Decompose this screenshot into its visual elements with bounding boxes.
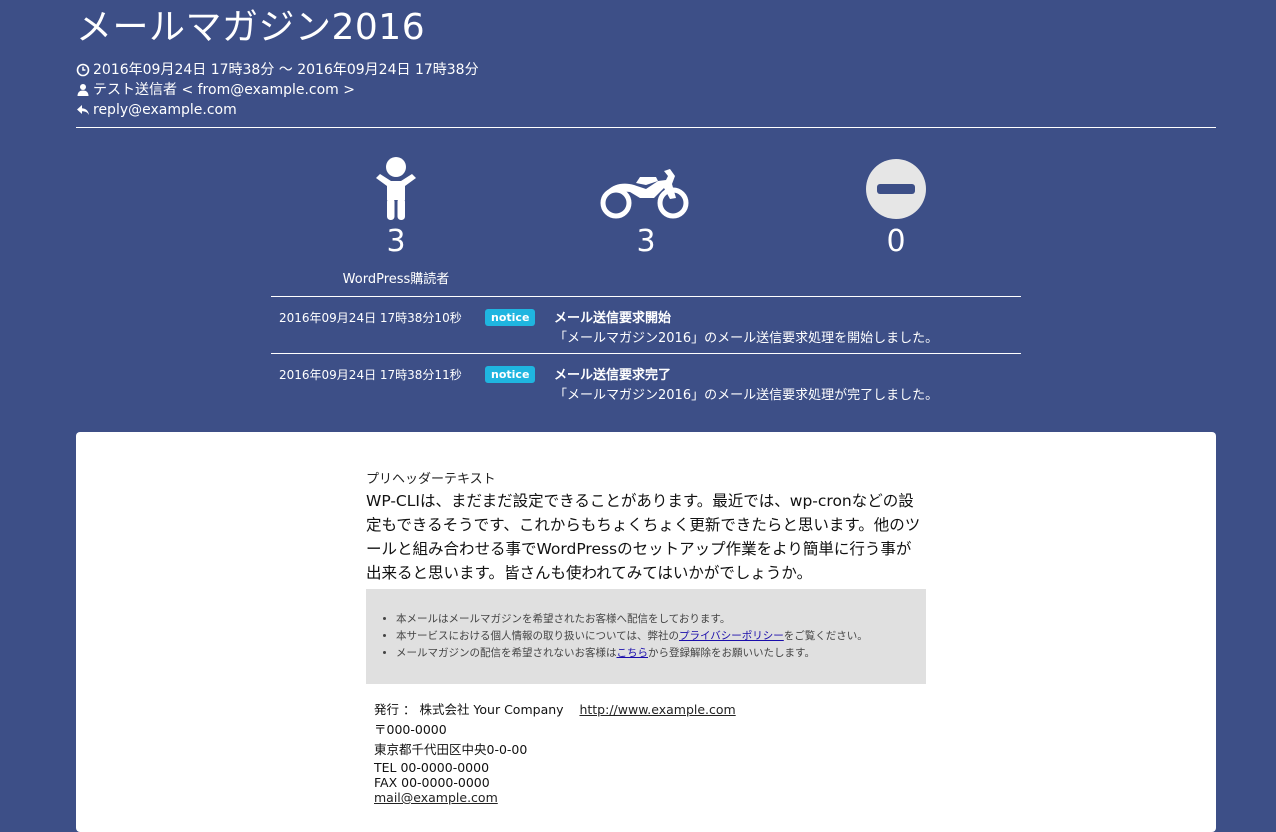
- publisher-text: 発行 ： 株式会社 Your Company: [374, 702, 564, 717]
- note-text: をご覧ください。: [783, 630, 868, 642]
- page-header: メールマガジン2016 2016年09月24日 17時38分 〜 2016年09…: [76, 0, 1216, 128]
- log-entry: 2016年09月24日 17時38分11秒 notice メール送信要求完了 「…: [271, 353, 1021, 410]
- note-item: 本メールはメールマガジンを希望されたお客様へ配信をしております。: [396, 611, 908, 628]
- note-item: 本サービスにおける個人情報の取り扱いについては、弊社のプライバシーポリシーをご覧…: [396, 628, 908, 645]
- period-text: 2016年09月24日 17時38分 〜 2016年09月24日 17時38分: [93, 62, 479, 78]
- log-detail: 「メールマガジン2016」のメール送信要求処理が完了しました。: [554, 388, 939, 403]
- postal-code: 〒000-0000: [374, 722, 447, 737]
- log-detail: 「メールマガジン2016」のメール送信要求処理を開始しました。: [554, 331, 939, 346]
- address-text: 東京都千代田区中央0-0-00: [374, 742, 528, 757]
- motorcycle-icon-wrap: [521, 150, 771, 220]
- preheader-text: プリヘッダーテキスト: [366, 472, 496, 487]
- stat-failed: 0: [771, 150, 1021, 260]
- publisher-row: 発行 ： 株式会社 Your Company http://www.exampl…: [374, 700, 918, 720]
- page-title: メールマガジン2016: [76, 7, 426, 48]
- note-text: メールマガジンの配信を希望されないお客様は: [396, 647, 617, 659]
- note-text: から登録解除をお願いいたします。: [648, 647, 815, 659]
- log-entry: 2016年09月24日 17時38分10秒 notice メール送信要求開始 「…: [271, 296, 1021, 353]
- mail-footer: 発行 ： 株式会社 Your Company http://www.exampl…: [366, 684, 926, 805]
- no-entry-icon: [866, 159, 926, 219]
- log-timestamp: 2016年09月24日 17時38分10秒: [279, 311, 462, 325]
- log-heading: メール送信要求完了: [554, 368, 672, 383]
- log-timestamp: 2016年09月24日 17時38分11秒: [279, 368, 462, 382]
- stat-value: 0: [886, 224, 906, 259]
- stat-value: 3: [636, 224, 656, 259]
- stat-subscribers: 3 WordPress購読者: [271, 150, 521, 287]
- clock-icon: [76, 63, 90, 77]
- sender-row: テスト送信者 < from@example.com >: [76, 80, 1216, 100]
- company-url-link[interactable]: http://www.example.com: [579, 702, 735, 717]
- user-icon: [77, 84, 89, 96]
- header-divider: [76, 127, 1216, 128]
- period-row: 2016年09月24日 17時38分 〜 2016年09月24日 17時38分: [76, 60, 1216, 80]
- note-text: 本サービスにおける個人情報の取り扱いについては、弊社の: [396, 630, 679, 642]
- mail-preview-panel: プリヘッダーテキスト WP-CLIは、まだまだ設定できることがあります。最近では…: [76, 432, 1216, 832]
- note-item: メールマガジンの配信を希望されないお客様はこちらから登録解除をお願いいたします。: [396, 645, 908, 662]
- stats-panel: 3 WordPress購読者 3 0: [271, 150, 1021, 290]
- no-entry-icon-wrap: [771, 150, 1021, 220]
- log-heading: メール送信要求開始: [554, 311, 672, 326]
- tel-text: TEL 00-0000-0000: [374, 760, 490, 775]
- level-badge: notice: [485, 309, 536, 326]
- mail-body: WP-CLIは、まだまだ設定できることがあります。最近では、wp-cronなどの…: [366, 492, 921, 582]
- stat-sent: 3: [521, 150, 771, 260]
- level-badge: notice: [485, 366, 536, 383]
- stat-value: 3: [386, 224, 406, 259]
- sender-text: テスト送信者 < from@example.com >: [93, 82, 356, 98]
- fax-text: FAX 00-0000-0000: [374, 775, 490, 790]
- reply-text: reply@example.com: [93, 102, 237, 118]
- mail-notes: 本メールはメールマガジンを希望されたお客様へ配信をしております。 本サービスにお…: [366, 589, 926, 684]
- unsubscribe-link[interactable]: こちら: [617, 647, 649, 659]
- stat-label: WordPress購読者: [342, 272, 450, 287]
- reply-icon: [77, 105, 89, 115]
- child-icon: [376, 157, 416, 220]
- meta-info: 2016年09月24日 17時38分 〜 2016年09月24日 17時38分 …: [76, 60, 1216, 120]
- activity-log: 2016年09月24日 17時38分10秒 notice メール送信要求開始 「…: [271, 296, 1021, 410]
- reply-row: reply@example.com: [76, 100, 1216, 120]
- note-text: 本メールはメールマガジンを希望されたお客様へ配信をしております。: [396, 613, 731, 625]
- motorcycle-icon: [600, 169, 689, 219]
- child-icon-wrap: [271, 150, 521, 220]
- mail-preview: プリヘッダーテキスト WP-CLIは、まだまだ設定できることがあります。最近では…: [366, 468, 926, 805]
- privacy-policy-link[interactable]: プライバシーポリシー: [679, 630, 784, 642]
